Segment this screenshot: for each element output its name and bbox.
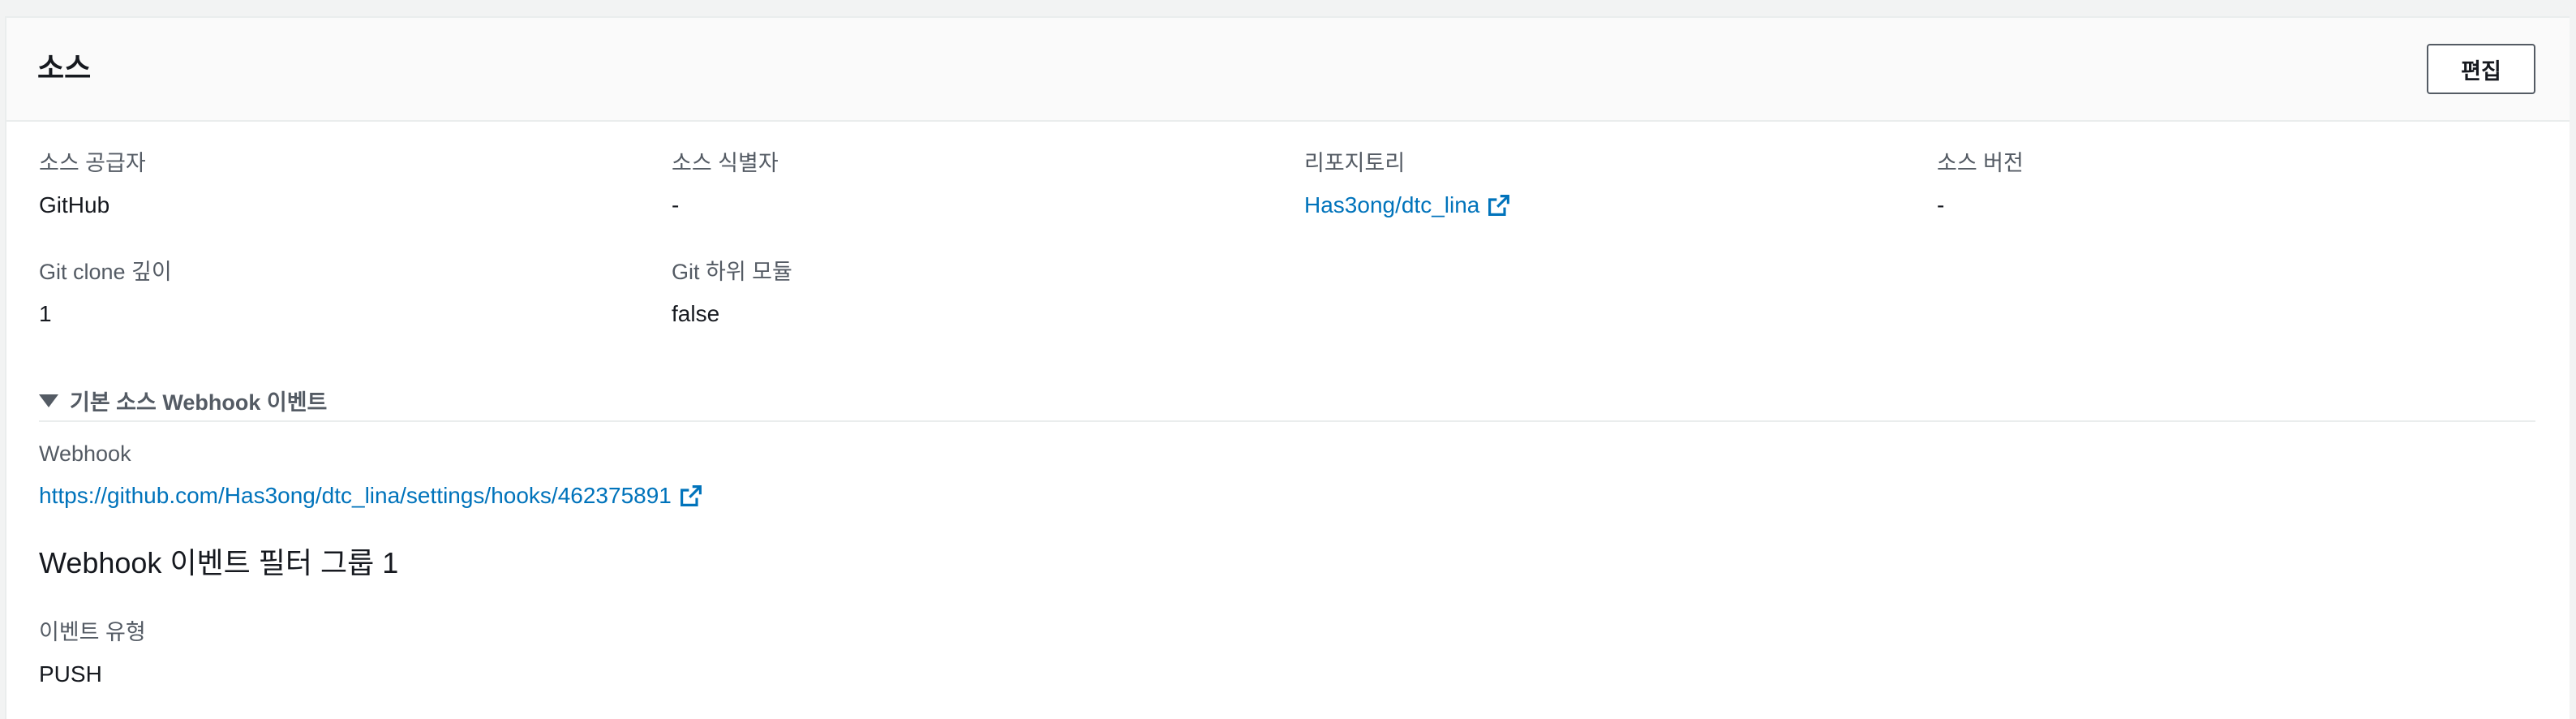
source-identifier-field: 소스 식별자 - — [672, 149, 779, 219]
source-version-label: 소스 버전 — [1937, 151, 2024, 175]
edit-button[interactable]: 편집 — [2427, 44, 2535, 94]
panel-header: 소스 편집 — [6, 18, 2570, 122]
external-link-icon — [1488, 195, 1510, 216]
source-provider-field: 소스 공급자 GitHub — [39, 149, 146, 219]
webhook-value-wrapper: https://github.com/Has3ong/dtc_lina/sett… — [39, 482, 702, 510]
event-type-label: 이벤트 유형 — [39, 620, 146, 644]
source-provider-value: GitHub — [39, 192, 110, 217]
webhook-events-toggle[interactable]: 기본 소스 Webhook 이벤트 — [39, 385, 327, 416]
webhook-url-link[interactable]: https://github.com/Has3ong/dtc_lina/sett… — [39, 482, 702, 510]
repository-link-text: Has3ong/dtc_lina — [1304, 192, 1480, 217]
repository-field: 리포지토리 Has3ong/dtc_lina — [1304, 149, 1510, 219]
caret-down-icon — [39, 394, 58, 407]
source-identifier-value: - — [672, 192, 680, 217]
repository-link[interactable]: Has3ong/dtc_lina — [1304, 192, 1510, 219]
source-panel: 소스 편집 소스 공급자 GitHub 소스 식별자 - 리포지토리 Has3o… — [5, 16, 2570, 719]
webhook-field: Webhook https://github.com/Has3ong/dtc_l… — [39, 440, 702, 510]
git-submodules-value: false — [672, 301, 720, 326]
external-link-icon — [680, 485, 702, 506]
repository-label: 리포지토리 — [1304, 151, 1406, 175]
repository-value-wrapper: Has3ong/dtc_lina — [1304, 192, 1510, 219]
event-type-field: 이벤트 유형 PUSH — [39, 618, 146, 688]
section-divider — [39, 420, 2535, 422]
source-version-field: 소스 버전 - — [1937, 149, 2024, 219]
source-provider-label: 소스 공급자 — [39, 151, 146, 175]
webhook-url-text: https://github.com/Has3ong/dtc_lina/sett… — [39, 483, 672, 508]
webhook-events-toggle-label: 기본 소스 Webhook 이벤트 — [70, 390, 328, 415]
git-submodules-label: Git 하위 모듈 — [672, 260, 792, 284]
git-clone-depth-label: Git clone 깊이 — [39, 260, 172, 284]
source-identifier-label: 소스 식별자 — [672, 151, 779, 175]
git-clone-depth-field: Git clone 깊이 1 — [39, 258, 172, 328]
webhook-label: Webhook — [39, 441, 131, 466]
event-type-value: PUSH — [39, 661, 102, 687]
source-version-value: - — [1937, 192, 1945, 217]
git-clone-depth-value: 1 — [39, 301, 52, 326]
filter-group-heading: Webhook 이벤트 필터 그룹 1 — [39, 546, 399, 579]
panel-title: 소스 — [37, 51, 92, 84]
git-submodules-field: Git 하위 모듈 false — [672, 258, 792, 328]
